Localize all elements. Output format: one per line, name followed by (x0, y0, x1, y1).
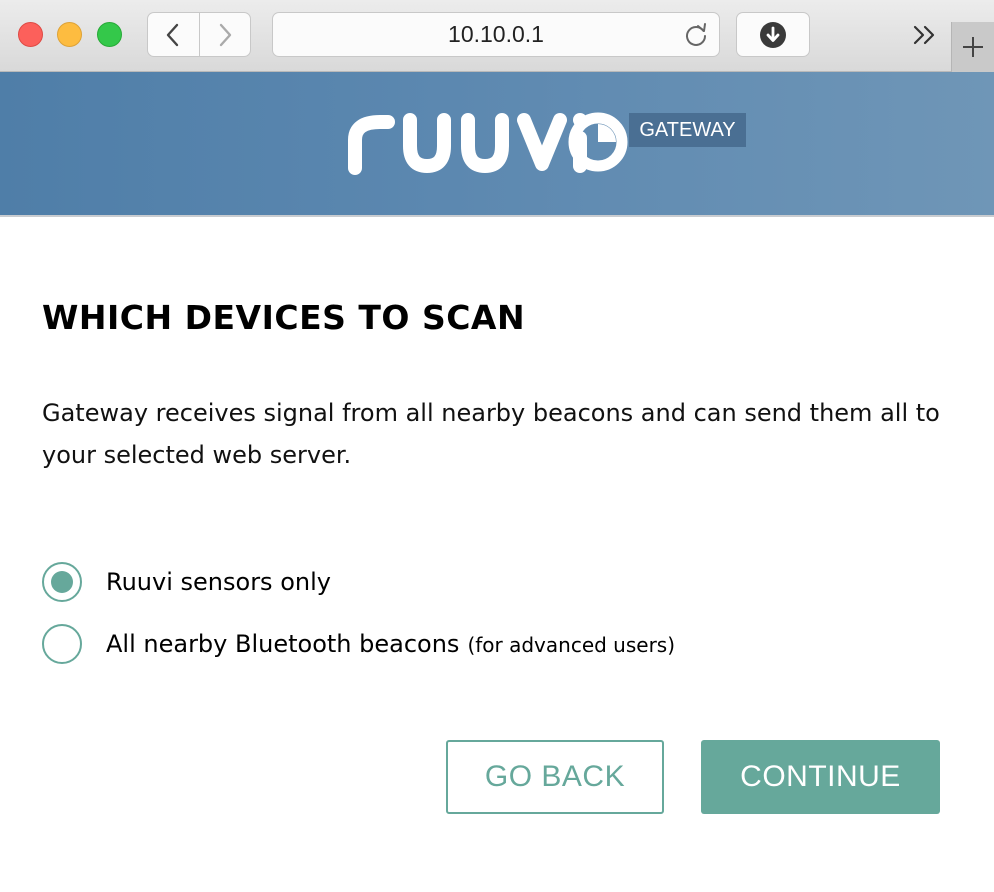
option-label-text: All nearby Bluetooth beacons (106, 630, 460, 658)
zoom-window-button[interactable] (97, 22, 122, 47)
plus-icon (963, 37, 983, 57)
option-all-bluetooth-beacons[interactable]: All nearby Bluetooth beacons (for advance… (42, 624, 675, 664)
forward-nav-button[interactable] (198, 13, 251, 56)
header-banner: GATEWAY (0, 72, 994, 217)
close-window-button[interactable] (18, 22, 43, 47)
option-ruuvi-sensors-only[interactable]: Ruuvi sensors only (42, 562, 331, 602)
option-hint: (for advanced users) (467, 633, 676, 657)
address-bar[interactable]: 10.10.0.1 (272, 12, 720, 57)
go-back-button[interactable]: GO BACK (446, 740, 664, 814)
browser-toolbar: 10.10.0.1 (0, 0, 994, 72)
back-nav-button[interactable] (148, 13, 199, 56)
radio-button-selected[interactable] (42, 562, 82, 602)
ruuvi-logo (348, 112, 628, 175)
radio-button[interactable] (42, 624, 82, 664)
chevron-left-icon (167, 23, 179, 46)
reload-icon[interactable] (683, 22, 709, 48)
radio-dot (51, 571, 73, 593)
gateway-badge: GATEWAY (629, 113, 746, 147)
downloads-button[interactable] (736, 12, 810, 57)
option-label: All nearby Bluetooth beacons (for advance… (106, 630, 675, 658)
double-chevron-right-icon[interactable] (910, 22, 940, 48)
page-title: WHICH DEVICES TO SCAN (42, 298, 526, 337)
new-tab-button[interactable] (951, 22, 994, 72)
chevron-right-icon (219, 23, 231, 46)
page-description: Gateway receives signal from all nearby … (42, 399, 940, 469)
continue-button[interactable]: CONTINUE (701, 740, 940, 814)
minimize-window-button[interactable] (57, 22, 82, 47)
history-navigation (147, 12, 251, 57)
url-text: 10.10.0.1 (448, 21, 544, 47)
option-label: Ruuvi sensors only (106, 568, 331, 596)
download-icon (760, 21, 786, 48)
